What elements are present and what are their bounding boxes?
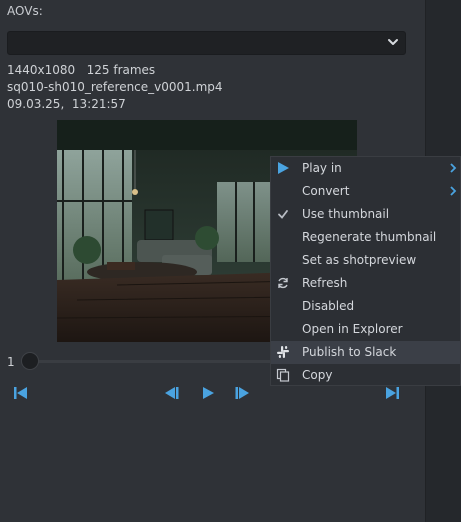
menu-item-label: Regenerate thumbnail (302, 230, 437, 244)
play-icon (203, 387, 214, 399)
previous-frame-button[interactable] (163, 384, 181, 402)
timeline-slider-handle[interactable] (21, 352, 39, 370)
menu-item-regenerate-thumbnail[interactable]: Regenerate thumbnail (271, 226, 460, 249)
menu-item-use-thumbnail[interactable]: Use thumbnail (271, 203, 460, 226)
chevron-down-icon (388, 39, 398, 45)
aovs-label: AOVs: (7, 4, 43, 18)
menu-item-label: Publish to Slack (302, 345, 397, 359)
menu-item-open-in-explorer[interactable]: Open in Explorer (271, 318, 460, 341)
menu-item-label: Play in (302, 161, 342, 175)
step-back-icon (165, 387, 179, 399)
menu-item-label: Refresh (302, 276, 348, 290)
resolution-frames-info: 1440x1080 125 frames (7, 63, 156, 77)
menu-item-refresh[interactable]: Refresh (271, 272, 460, 295)
next-frame-button[interactable] (233, 384, 251, 402)
menu-item-publish-to-slack[interactable]: Publish to Slack (271, 341, 460, 364)
first-frame-button[interactable] (12, 384, 30, 402)
datetime-info: 09.03.25, 13:21:57 (7, 97, 126, 111)
current-frame-label: 1 (7, 355, 15, 369)
filename-info: sq010-sh010_reference_v0001.mp4 (7, 80, 223, 94)
step-forward-icon (235, 387, 249, 399)
play-button[interactable] (199, 384, 217, 402)
chevron-right-icon (450, 163, 457, 173)
context-menu: Play in Convert Use thumbnail Regenerate… (270, 156, 461, 386)
slack-icon (277, 346, 289, 358)
menu-item-disabled[interactable]: Disabled (271, 295, 460, 318)
menu-item-label: Copy (302, 368, 333, 382)
menu-item-label: Set as shotpreview (302, 253, 417, 267)
menu-item-label: Open in Explorer (302, 322, 403, 336)
aovs-dropdown[interactable] (7, 31, 406, 55)
skip-to-start-icon (14, 387, 27, 399)
checkmark-icon (278, 210, 288, 219)
chevron-right-icon (450, 186, 457, 196)
menu-item-label: Disabled (302, 299, 355, 313)
refresh-icon (278, 277, 288, 289)
timeline-slider-track[interactable] (26, 360, 276, 363)
menu-item-label: Convert (302, 184, 350, 198)
menu-item-convert[interactable]: Convert (271, 180, 460, 203)
menu-item-copy[interactable]: Copy (271, 364, 460, 387)
menu-item-label: Use thumbnail (302, 207, 390, 221)
menu-item-set-as-shotpreview[interactable]: Set as shotpreview (271, 249, 460, 272)
play-icon (278, 162, 289, 174)
menu-item-play-in[interactable]: Play in (271, 157, 460, 180)
copy-icon (276, 368, 290, 382)
